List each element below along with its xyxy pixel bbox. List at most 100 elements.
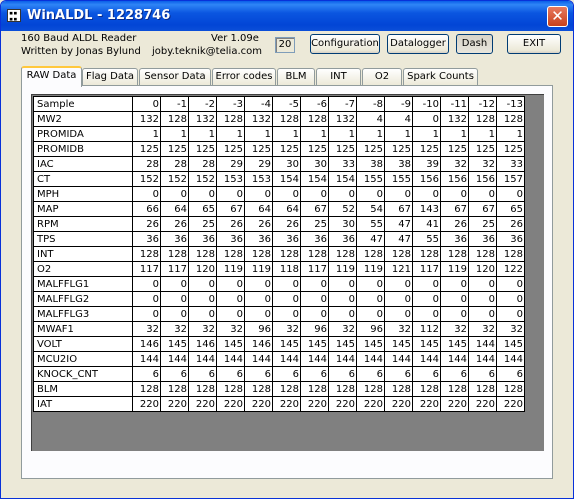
table-cell[interactable]: 0 — [188, 306, 217, 322]
column-header[interactable]: -10 — [412, 96, 441, 112]
table-cell[interactable]: 128 — [440, 246, 469, 262]
configuration-button[interactable]: Configuration — [310, 34, 380, 54]
table-cell[interactable]: 128 — [356, 246, 385, 262]
exit-button[interactable]: EXIT — [507, 34, 561, 54]
table-cell[interactable]: 119 — [356, 261, 385, 277]
table-cell[interactable]: 128 — [244, 381, 273, 397]
table-cell[interactable]: 47 — [356, 231, 385, 247]
table-cell[interactable]: 128 — [496, 111, 525, 127]
table-cell[interactable]: 26 — [440, 216, 469, 232]
table-cell[interactable]: 36 — [188, 231, 217, 247]
table-cell[interactable]: 28 — [132, 156, 161, 172]
table-cell[interactable]: 32 — [468, 321, 497, 337]
table-cell[interactable]: 220 — [468, 396, 497, 412]
table-cell[interactable]: 156 — [440, 171, 469, 187]
table-cell[interactable]: 154 — [272, 171, 301, 187]
table-cell[interactable]: 6 — [216, 366, 245, 382]
table-cell[interactable]: 154 — [300, 171, 329, 187]
table-cell[interactable]: 32 — [440, 156, 469, 172]
row-label[interactable]: MPH — [33, 186, 133, 202]
table-cell[interactable]: 26 — [132, 216, 161, 232]
table-cell[interactable]: 29 — [244, 156, 273, 172]
table-cell[interactable]: 6 — [132, 366, 161, 382]
table-row[interactable]: MCU2IO 144 144 144 144 144 144 144 144 144 144 144 1… — [33, 351, 525, 367]
table-cell[interactable]: 25 — [188, 216, 217, 232]
table-cell[interactable]: 67 — [216, 201, 245, 217]
table-cell[interactable]: 0 — [188, 186, 217, 202]
table-cell[interactable]: 128 — [216, 111, 245, 127]
table-cell[interactable]: 132 — [328, 111, 357, 127]
table-cell[interactable]: 145 — [300, 336, 329, 352]
table-cell[interactable]: 4 — [384, 111, 413, 127]
table-cell[interactable]: 36 — [468, 231, 497, 247]
table-cell[interactable]: 39 — [412, 156, 441, 172]
table-cell[interactable]: 128 — [440, 381, 469, 397]
table-cell[interactable]: 0 — [188, 276, 217, 292]
column-header-sample[interactable]: Sample — [33, 96, 133, 112]
table-cell[interactable]: 128 — [132, 246, 161, 262]
table-cell[interactable]: 64 — [272, 201, 301, 217]
table-cell[interactable]: 128 — [384, 381, 413, 397]
table-cell[interactable]: 128 — [216, 381, 245, 397]
table-cell[interactable]: 26 — [216, 216, 245, 232]
table-cell[interactable]: 36 — [160, 231, 189, 247]
table-cell[interactable]: 0 — [440, 306, 469, 322]
tab-raw-data[interactable]: RAW Data — [21, 66, 82, 87]
row-label[interactable]: MCU2IO — [33, 351, 133, 367]
table-cell[interactable]: 28 — [160, 156, 189, 172]
table-cell[interactable]: 32 — [440, 321, 469, 337]
table-cell[interactable]: 220 — [272, 396, 301, 412]
table-cell[interactable]: 0 — [384, 306, 413, 322]
tab-int[interactable]: INT — [316, 68, 361, 85]
table-cell[interactable]: 0 — [160, 186, 189, 202]
table-cell[interactable]: 0 — [496, 276, 525, 292]
table-cell[interactable]: 36 — [440, 231, 469, 247]
table-cell[interactable]: 0 — [160, 306, 189, 322]
table-cell[interactable]: 54 — [356, 201, 385, 217]
row-label[interactable]: PROMIDB — [33, 141, 133, 157]
table-cell[interactable]: 125 — [132, 141, 161, 157]
row-label[interactable]: TPS — [33, 231, 133, 247]
table-cell[interactable]: 145 — [272, 336, 301, 352]
table-cell[interactable]: 32 — [188, 321, 217, 337]
table-cell[interactable]: 25 — [300, 216, 329, 232]
table-cell[interactable]: 145 — [412, 336, 441, 352]
table-cell[interactable]: 128 — [244, 246, 273, 262]
table-cell[interactable]: 132 — [440, 111, 469, 127]
table-cell[interactable]: 220 — [328, 396, 357, 412]
table-cell[interactable]: 120 — [468, 261, 497, 277]
table-cell[interactable]: 119 — [216, 261, 245, 277]
column-header[interactable]: -1 — [160, 96, 189, 112]
table-cell[interactable]: 6 — [244, 366, 273, 382]
row-label[interactable]: IAT — [33, 396, 133, 412]
table-cell[interactable]: 125 — [160, 141, 189, 157]
table-cell[interactable]: 143 — [412, 201, 441, 217]
table-cell[interactable]: 6 — [440, 366, 469, 382]
table-cell[interactable]: 153 — [244, 171, 273, 187]
table-row[interactable]: MW2 132 128 132 128 132 128 128 132 4 4 0 132 128 128 — [33, 111, 525, 127]
table-cell[interactable]: 1 — [188, 126, 217, 142]
table-cell[interactable]: 55 — [412, 231, 441, 247]
table-cell[interactable]: 1 — [132, 126, 161, 142]
datalogger-button[interactable]: Datalogger — [387, 34, 449, 54]
table-cell[interactable]: 32 — [132, 321, 161, 337]
table-cell[interactable]: 0 — [440, 291, 469, 307]
table-cell[interactable]: 122 — [496, 261, 525, 277]
table-cell[interactable]: 0 — [300, 291, 329, 307]
table-cell[interactable]: 1 — [272, 126, 301, 142]
table-row[interactable]: RPM 26 26 25 26 26 26 25 30 55 47 41 26 25 26 — [33, 216, 525, 232]
table-cell[interactable]: 220 — [244, 396, 273, 412]
table-cell[interactable]: 118 — [272, 261, 301, 277]
table-cell[interactable]: 119 — [440, 261, 469, 277]
table-cell[interactable]: 152 — [188, 171, 217, 187]
table-cell[interactable]: 144 — [440, 351, 469, 367]
table-cell[interactable]: 156 — [412, 171, 441, 187]
table-cell[interactable]: 0 — [496, 186, 525, 202]
table-cell[interactable]: 1 — [216, 126, 245, 142]
table-cell[interactable]: 0 — [468, 291, 497, 307]
table-cell[interactable]: 0 — [132, 186, 161, 202]
table-cell[interactable]: 220 — [188, 396, 217, 412]
table-cell[interactable]: 1 — [496, 126, 525, 142]
table-cell[interactable]: 112 — [412, 321, 441, 337]
table-cell[interactable]: 0 — [272, 276, 301, 292]
